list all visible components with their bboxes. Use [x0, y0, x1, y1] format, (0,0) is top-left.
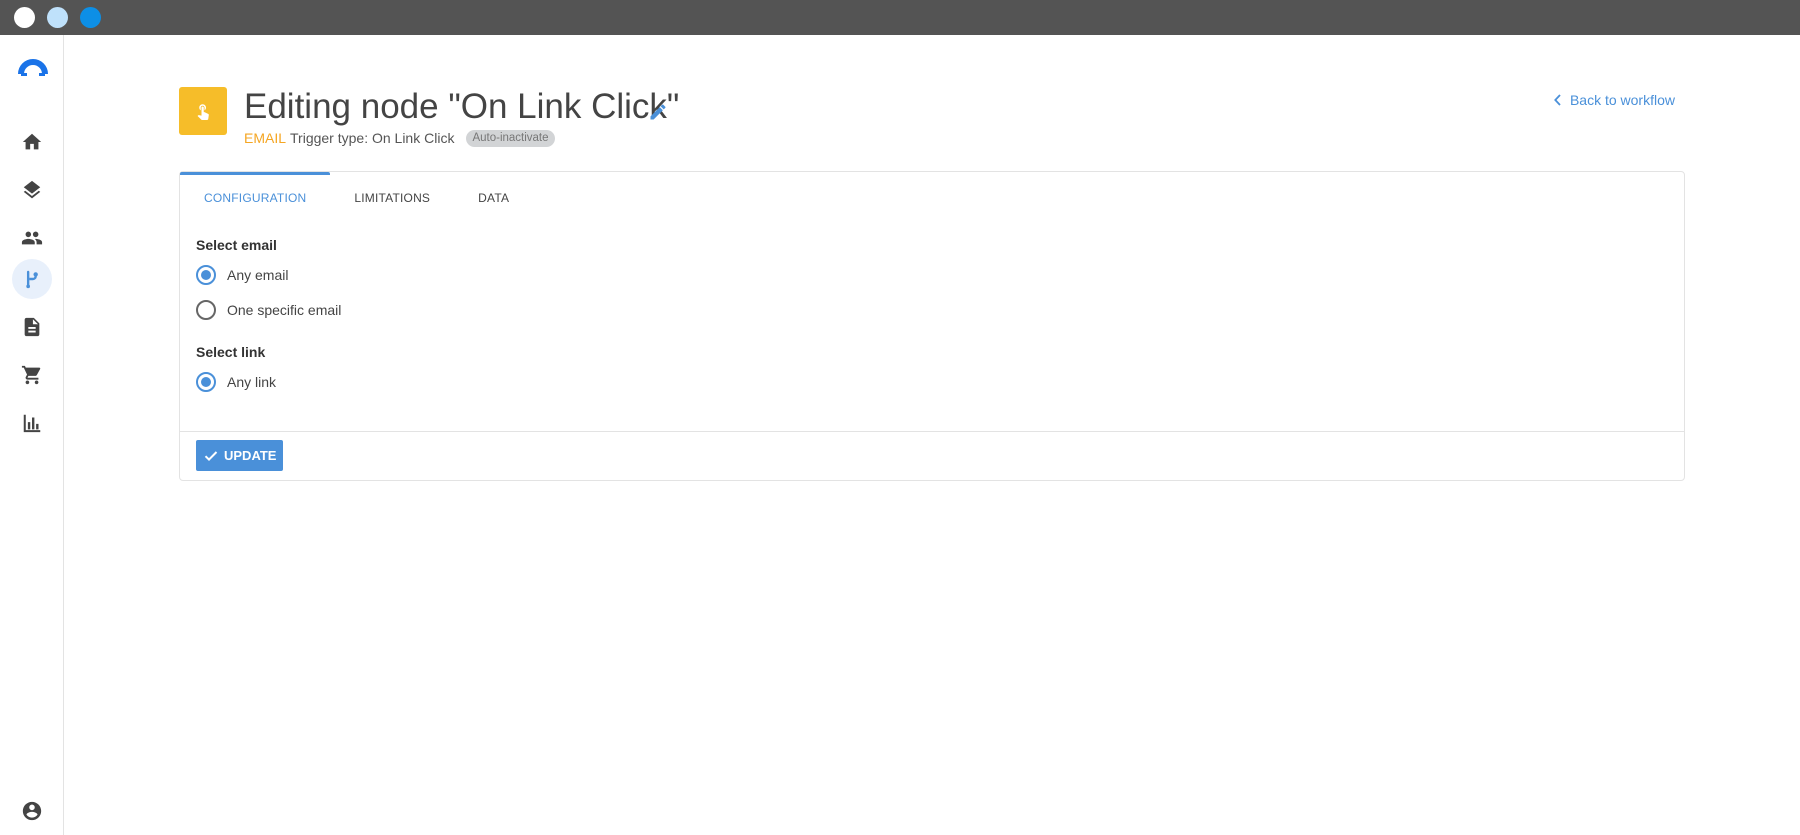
sidebar-item-people[interactable]	[12, 218, 52, 258]
node-config-card: CONFIGURATION LIMITATIONS DATA Select em…	[179, 171, 1685, 481]
document-icon	[24, 317, 40, 337]
chevron-left-icon	[1554, 94, 1561, 106]
tap-icon	[197, 104, 209, 120]
radio-any-link[interactable]: Any link	[196, 372, 276, 392]
radio-any-email[interactable]: Any email	[196, 265, 288, 285]
back-link-label: Back to workflow	[1569, 92, 1675, 108]
select-link-label: Select link	[196, 344, 266, 360]
window-close-button[interactable]	[14, 7, 35, 28]
sidebar-item-reports[interactable]	[12, 403, 52, 443]
radio-one-specific-email[interactable]: One specific email	[196, 300, 341, 320]
sidebar-item-layers[interactable]	[12, 170, 52, 210]
sidebar-item-cart[interactable]	[12, 355, 52, 395]
workflow-icon	[26, 270, 38, 289]
home-icon	[22, 133, 42, 150]
sidebar-item-workflows[interactable]	[12, 259, 52, 299]
card-footer: UPDATE	[180, 431, 1684, 481]
sidebar-item-home[interactable]	[12, 122, 52, 162]
tab-limitations[interactable]: LIMITATIONS	[330, 172, 454, 224]
radio-any-email-label: Any email	[227, 267, 289, 283]
window-titlebar	[0, 0, 1800, 35]
tab-configuration[interactable]: CONFIGURATION	[180, 172, 331, 224]
window-maximize-button[interactable]	[80, 7, 101, 28]
trigger-type-label: Trigger type: On Link Click	[290, 130, 455, 146]
node-meta: EMAIL Trigger type: On Link Click Auto-i…	[244, 128, 555, 148]
auto-inactivate-badge: Auto-inactivate	[466, 129, 555, 147]
sidebar-item-documents[interactable]	[12, 307, 52, 347]
app-logo[interactable]	[18, 55, 48, 85]
layers-icon	[23, 180, 41, 199]
node-type-badge	[179, 87, 227, 135]
radio-button-checked[interactable]	[196, 265, 216, 285]
page-title: Editing node "On Link Click"	[244, 87, 680, 126]
people-icon	[21, 231, 43, 245]
account-icon	[22, 801, 42, 821]
window-minimize-button[interactable]	[47, 7, 68, 28]
edit-title-icon[interactable]	[648, 102, 668, 122]
select-email-label: Select email	[196, 237, 277, 253]
radio-button-checked[interactable]	[196, 372, 216, 392]
channel-label: EMAIL	[244, 130, 287, 146]
update-button[interactable]: UPDATE	[196, 440, 284, 471]
tab-bar: CONFIGURATION LIMITATIONS DATA	[180, 172, 533, 224]
radio-any-link-label: Any link	[227, 374, 277, 390]
cart-icon	[21, 365, 41, 385]
sidebar-item-account[interactable]	[12, 791, 52, 831]
update-button-label: UPDATE	[224, 448, 277, 463]
radio-one-specific-email-label: One specific email	[227, 302, 342, 318]
radio-button[interactable]	[196, 300, 216, 320]
bar-chart-icon	[23, 414, 41, 433]
tab-data[interactable]: DATA	[454, 172, 533, 224]
back-to-workflow-link[interactable]: Back to workflow	[1553, 92, 1675, 108]
sidebar	[0, 35, 64, 835]
check-icon	[204, 450, 218, 461]
